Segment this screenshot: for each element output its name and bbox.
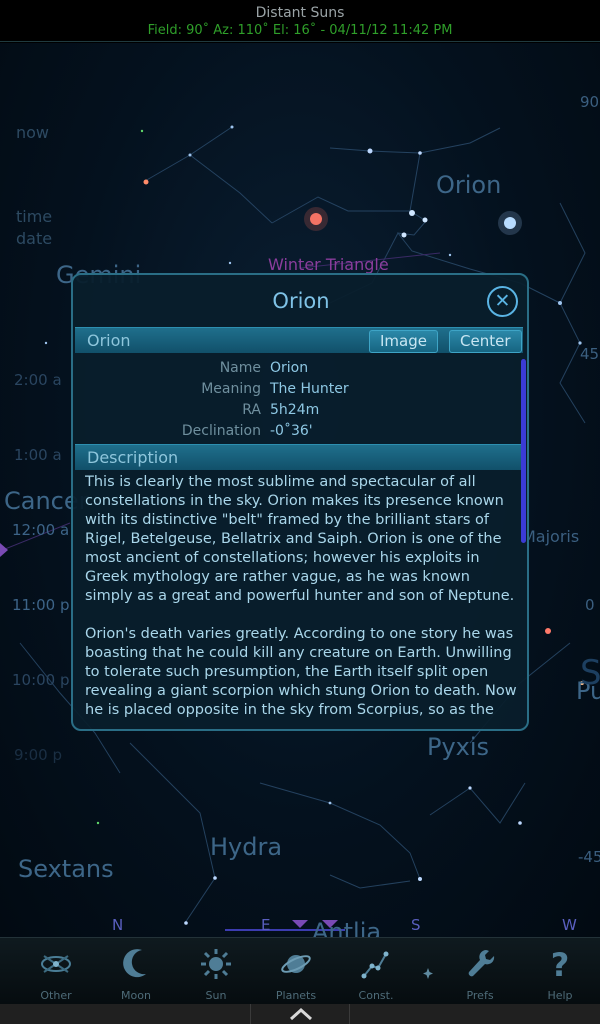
toolbar-moon-button[interactable]: Moon — [96, 942, 176, 1002]
info-key: Name — [219, 360, 261, 376]
planet-icon — [281, 955, 311, 973]
info-row-name: Name Orion — [75, 358, 523, 379]
field-status-line: Field: 90˚ Az: 110˚ El: 16˚ - 04/11/12 1… — [147, 23, 453, 38]
galaxy-icon — [41, 955, 71, 973]
moon-icon — [123, 949, 146, 978]
time-marker: 12:00 a — [12, 521, 70, 539]
description-text[interactable]: This is clearly the most sublime and spe… — [85, 473, 521, 717]
bottom-toolbar: Other Moon Sun Planets Const. Prefs ? He… — [0, 937, 600, 1004]
label-time[interactable]: time — [16, 207, 52, 226]
toolbar-prefs-button[interactable]: Prefs — [440, 942, 520, 1002]
time-marker: 2:00 a — [14, 371, 62, 389]
description-paragraph: This is clearly the most sublime and spe… — [85, 474, 515, 604]
label-winter-triangle: Winter Triangle — [268, 255, 389, 274]
object-name-label: Orion — [87, 331, 131, 350]
toolbar-label: Prefs — [466, 989, 494, 1002]
scrollbar[interactable] — [521, 359, 526, 543]
sun-icon — [201, 949, 231, 979]
info-row-ra: RA 5h24m — [75, 400, 523, 421]
toolbar-help-button[interactable]: ? Help — [520, 942, 600, 1002]
constellation-icon — [361, 951, 389, 979]
toolbar-label: Other — [40, 989, 72, 1002]
app-header: Distant Suns Field: 90˚ Az: 110˚ El: 16˚… — [0, 0, 600, 42]
toolbar-other-button[interactable]: Other — [16, 942, 96, 1002]
info-row-meaning: Meaning The Hunter — [75, 379, 523, 400]
info-value: -0˚36' — [270, 423, 313, 439]
info-value: 5h24m — [270, 402, 320, 418]
toolbar-label: Sun — [205, 989, 227, 1002]
description-header: Description — [87, 448, 179, 467]
expand-tab[interactable] — [250, 1004, 350, 1024]
center-button[interactable]: Center — [449, 330, 522, 353]
compass-south: S — [411, 916, 421, 934]
app-title: Distant Suns — [255, 5, 345, 21]
chevron-up-icon — [289, 1007, 313, 1021]
info-key: Meaning — [201, 381, 261, 397]
time-marker: 10:00 p — [12, 671, 70, 689]
label-sextans: Sextans — [18, 855, 114, 883]
toolbar-sun-button[interactable]: Sun — [176, 942, 256, 1002]
object-info-dialog: Orion ✕ Orion Image Center Name Orion Me… — [71, 273, 529, 731]
toolbar-label: Planets — [275, 989, 317, 1002]
time-marker: 9:00 p — [14, 746, 62, 764]
close-button[interactable]: ✕ — [487, 286, 518, 317]
time-marker: 11:00 p — [12, 596, 70, 614]
info-key: RA — [242, 402, 261, 418]
toolbar-planets-button[interactable]: Planets — [256, 942, 336, 1002]
system-nav-bar — [0, 1004, 600, 1024]
elevation-tick: 0 — [585, 596, 595, 614]
close-icon: ✕ — [494, 290, 511, 312]
label-antlia: Antlia — [312, 918, 382, 937]
toolbar-label: Help — [547, 989, 573, 1002]
label-date[interactable]: date — [16, 229, 52, 248]
compass-east: E — [261, 916, 271, 934]
label-now[interactable]: now — [16, 123, 49, 142]
dialog-title: Orion — [272, 289, 330, 313]
label-canis-majoris: Majoris — [522, 527, 580, 546]
object-header-bar: Orion Image Center — [75, 327, 523, 353]
label-hydra: Hydra — [210, 833, 283, 861]
info-value: Orion — [270, 360, 309, 376]
wrench-icon — [468, 950, 495, 977]
toolbar-label: Moon — [121, 989, 151, 1002]
elevation-tick: 45 — [580, 345, 600, 363]
label-orion: Orion — [436, 171, 502, 199]
info-value: The Hunter — [270, 381, 349, 397]
elevation-tick: -45 — [578, 848, 600, 866]
description-header-bar: Description — [75, 444, 523, 470]
time-marker: 1:00 a — [14, 446, 62, 464]
svg-text:?: ? — [551, 946, 570, 982]
info-row-declination: Declination -0˚36' — [75, 421, 523, 442]
compass-west: W — [562, 916, 577, 934]
info-key: Declination — [181, 423, 261, 439]
elevation-tick: 90 — [580, 93, 600, 111]
compass-north: N — [112, 916, 124, 934]
description-paragraph: Orion's death varies greatly. According … — [85, 626, 517, 717]
direction-marker-se: SE — [580, 653, 600, 693]
image-button[interactable]: Image — [369, 330, 438, 353]
label-pyxis: Pyxis — [427, 733, 490, 761]
question-icon: ? — [551, 946, 570, 982]
